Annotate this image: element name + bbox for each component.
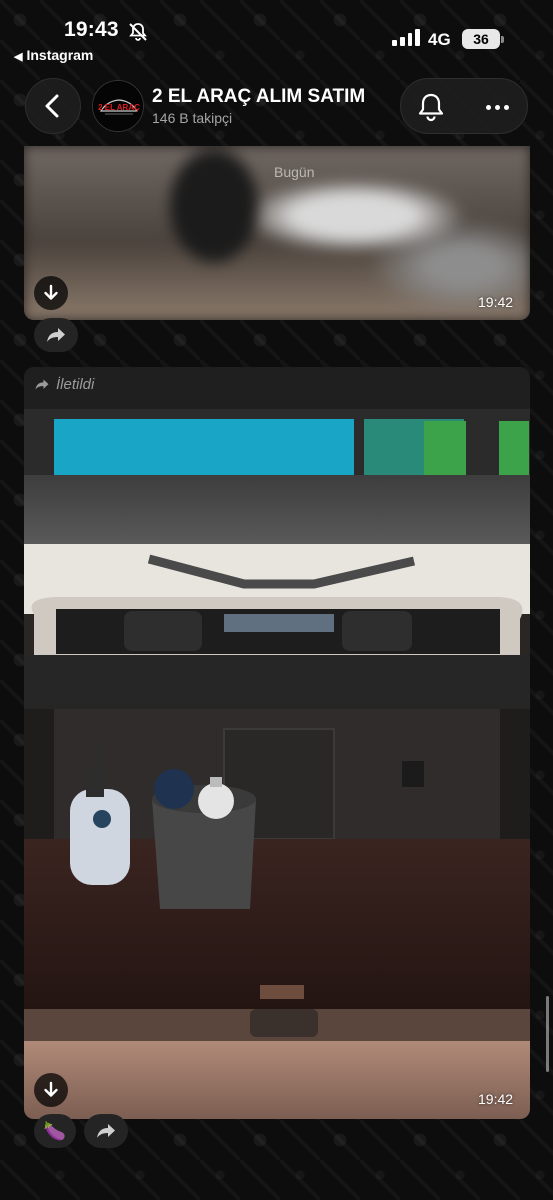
scroll-indicator[interactable] [546,996,549,1072]
back-app-label: Instagram [26,47,94,63]
channel-name: 2 EL ARAÇ ALIM SATIM [152,86,366,107]
download-icon [44,284,58,300]
reaction-button[interactable]: 🍆 [34,1114,76,1148]
channel-header: 2 EL ARAÇ 2 EL ARAÇ ALIM SATIM 146 B tak… [0,66,553,146]
media-message[interactable]: Bugün 19:42 [24,146,530,320]
more-horizontal-icon [485,104,491,110]
forward-icon [35,379,49,390]
download-button[interactable] [34,276,68,310]
message-time: 19:42 [478,294,514,310]
bell-slash-icon [129,23,147,41]
status-time: 19:43 [64,18,119,41]
message-time: 19:42 [478,1091,514,1107]
bell-icon[interactable] [415,91,447,123]
follower-count: 146 B takipçi [152,110,233,126]
battery-indicator: 36 [462,29,504,49]
channel-logo: 2 EL ARAÇ [93,81,143,131]
back-to-app-link[interactable]: ◀ Instagram [14,47,93,63]
status-bar: 19:43 ◀ Instagram 4G 36 [0,0,553,66]
forwarded-label: İletildi [34,376,94,393]
channel-info[interactable]: 2 EL ARAÇ 2 EL ARAÇ ALIM SATIM 146 B tak… [86,78,396,134]
forward-icon [97,1124,115,1138]
more-options-button[interactable] [481,93,513,121]
back-button[interactable] [25,78,81,134]
network-type: 4G [428,30,451,49]
forward-icon [47,328,65,342]
car-trunk-photo[interactable]: 19:42 [24,409,530,1119]
forward-button[interactable] [84,1114,128,1148]
download-button[interactable] [34,1073,68,1107]
forwarded-text: İletildi [56,376,95,393]
header-actions [400,78,528,134]
date-separator: Bugün [274,164,315,180]
download-icon [44,1081,58,1097]
forward-button[interactable] [34,318,78,352]
avatar-text: 2 EL ARAÇ [98,103,140,112]
car-trunk-image [24,409,530,1119]
chevron-left-icon [45,94,59,118]
signal-icon [392,28,420,46]
forwarded-media-message[interactable]: İletildi 19:42 [24,367,530,1119]
channel-avatar: 2 EL ARAÇ [92,80,144,132]
